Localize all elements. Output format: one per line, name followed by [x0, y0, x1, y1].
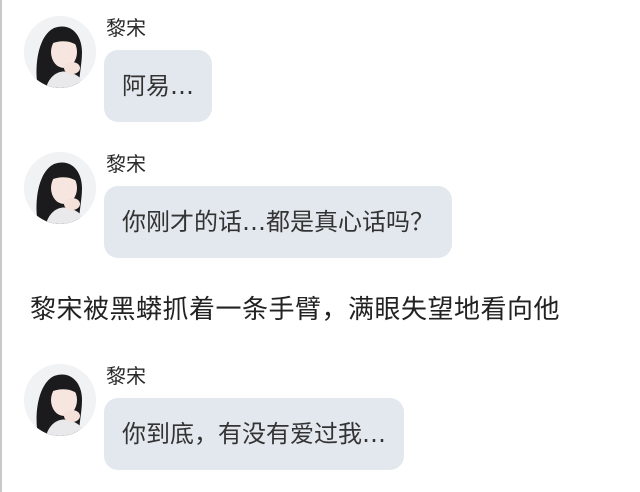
message-bubble[interactable]: 阿易…	[104, 50, 212, 122]
sender-name: 黎宋	[106, 364, 146, 388]
avatar[interactable]	[24, 364, 96, 436]
avatar[interactable]	[24, 152, 96, 224]
message-bubble[interactable]: 你刚才的话…都是真心话吗？	[104, 186, 452, 258]
narration-text: 黎宋被黑蟒抓着一条手臂，满眼失望地看向他	[30, 295, 561, 325]
avatar-portrait	[24, 16, 96, 88]
avatar[interactable]	[24, 16, 96, 88]
sender-name: 黎宋	[106, 152, 146, 176]
sender-name: 黎宋	[106, 16, 146, 40]
left-border	[0, 0, 2, 492]
message-bubble[interactable]: 你到底，有没有爱过我…	[104, 398, 404, 470]
avatar-portrait	[24, 364, 96, 436]
avatar-portrait	[24, 152, 96, 224]
